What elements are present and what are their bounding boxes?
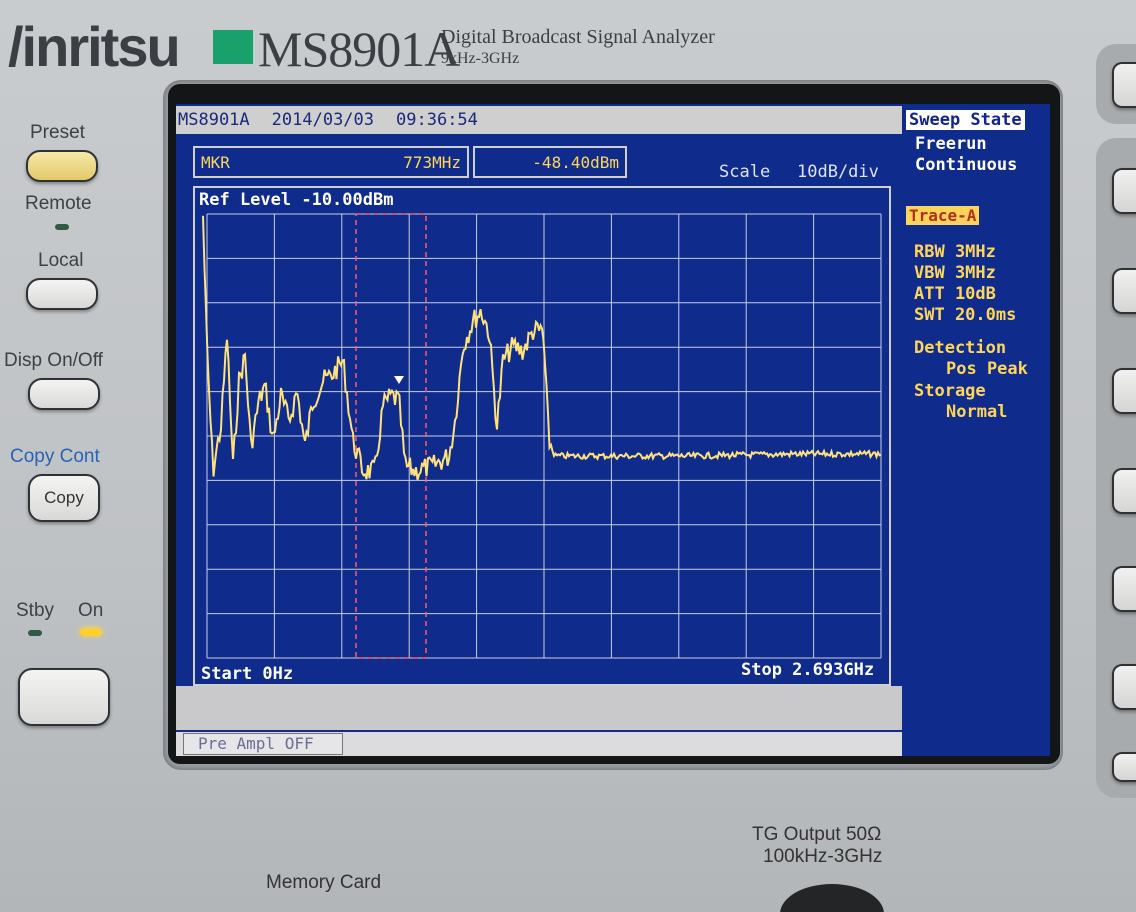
screen-header: MS8901A 2014/03/03 09:36:54 [176, 106, 902, 134]
start-frequency: Start 0Hz [201, 664, 294, 684]
swt-setting: SWT 20.0ms [914, 305, 1017, 325]
local-button[interactable] [26, 278, 98, 310]
marker-triangle [394, 376, 404, 384]
side-menu [904, 106, 1050, 756]
att-setting: ATT 10dB [914, 284, 996, 304]
display-onoff-button[interactable] [28, 378, 100, 410]
screen-model: MS8901A [178, 110, 250, 130]
model-frequency-range: 9kHz-3GHz [441, 50, 520, 67]
softkey-5[interactable] [1112, 566, 1136, 612]
scale-value: 10dB/div [797, 162, 879, 182]
softkey-top[interactable] [1112, 62, 1136, 108]
remote-label: Remote [25, 193, 92, 214]
spectrum-trace [202, 215, 882, 481]
power-on-led [80, 628, 102, 636]
marker-level: -48.40dBm [532, 152, 619, 172]
softkey-4[interactable] [1112, 468, 1136, 514]
rbw-setting: RBW 3MHz [914, 242, 996, 262]
softkey-6[interactable] [1112, 664, 1136, 710]
tg-output-range: 100kHz-3GHz [763, 846, 883, 867]
softkey-3[interactable] [1112, 368, 1136, 414]
preset-label: Preset [30, 122, 85, 143]
softkey-1[interactable] [1112, 168, 1136, 214]
sweep-state-title: Sweep State [906, 110, 1025, 130]
remote-led [55, 224, 69, 230]
copy-cont-label: Copy Cont [10, 446, 100, 467]
softkey-7[interactable] [1112, 752, 1136, 782]
sweep-continuous: Continuous [915, 155, 1018, 175]
local-label: Local [38, 250, 84, 271]
power-button[interactable] [18, 668, 110, 726]
softkey-2[interactable] [1112, 268, 1136, 314]
marker-frequency: 773MHz [403, 152, 461, 172]
screen-time: 09:36:54 [396, 110, 478, 130]
trace-a-title: Trace-A [906, 206, 980, 225]
disp-onoff-label: Disp On/Off [4, 350, 103, 371]
model-name: MS8901A [258, 21, 460, 77]
copy-button-label: Copy [44, 488, 84, 507]
on-label: On [78, 600, 104, 621]
scale-label: Scale [719, 162, 771, 182]
memory-card-label: Memory Card [266, 872, 382, 893]
sweep-freerun: Freerun [915, 134, 987, 154]
detection-label: Detection [914, 338, 1007, 358]
tg-output-label: TG Output 50Ω [752, 824, 882, 845]
model-description: Digital Broadcast Signal Analyzer [441, 26, 715, 48]
storage-mode: Normal [946, 402, 1008, 422]
marker-frequency-box: MKR 773MHz [193, 146, 469, 178]
marker-level-box: -48.40dBm [473, 146, 627, 178]
anritsu-logo: /inritsu [8, 15, 181, 78]
preset-button[interactable] [26, 150, 98, 182]
screen-lower-bar [176, 686, 902, 730]
stop-frequency: Stop 2.693GHz [741, 660, 875, 680]
screen-date: 2014/03/03 [271, 110, 375, 130]
tg-output-connector [780, 884, 884, 912]
detection-mode: Pos Peak [946, 359, 1028, 379]
copy-button[interactable]: Copy [28, 474, 100, 522]
storage-label: Storage [914, 381, 986, 401]
logo-green-square [213, 30, 253, 64]
marker-label: MKR [201, 152, 230, 172]
ref-level: Ref Level -10.00dBm [199, 190, 394, 210]
standby-label: Stby [16, 600, 55, 621]
standby-led [28, 630, 42, 636]
preamp-status: Pre Ampl OFF [183, 733, 343, 755]
spectrum-plot [202, 213, 882, 659]
vbw-setting: VBW 3MHz [914, 263, 996, 283]
